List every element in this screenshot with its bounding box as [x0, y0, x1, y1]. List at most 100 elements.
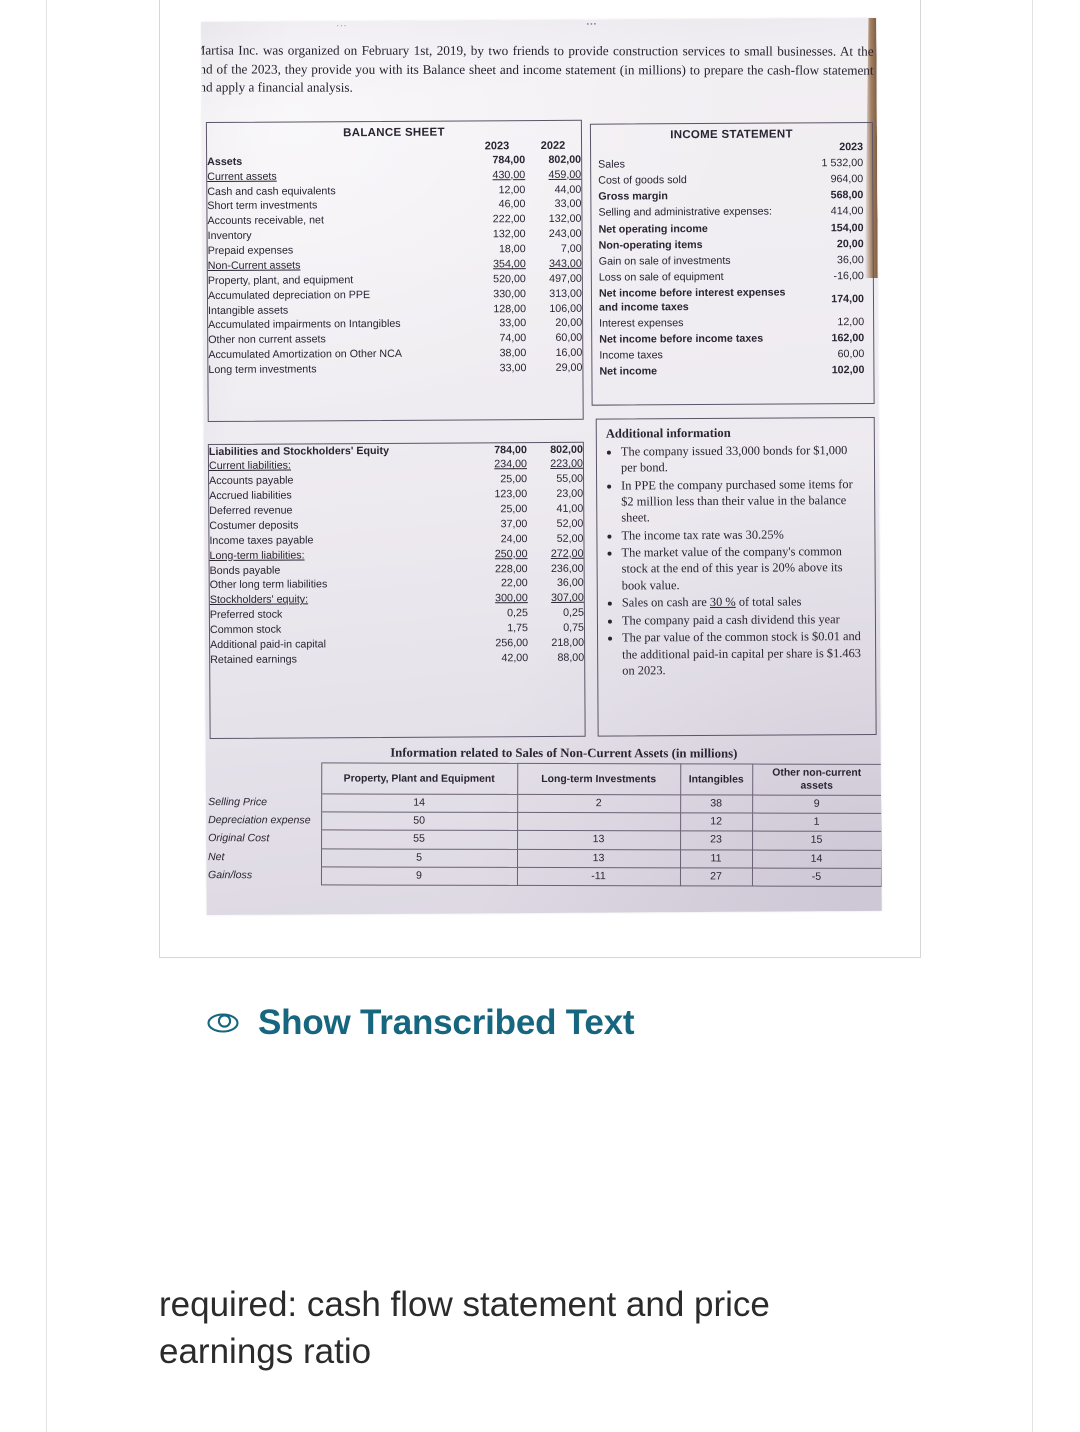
table-row: Current assets 430,00 459,00	[207, 168, 581, 185]
table-row: Costumer deposits 37,00 52,00	[209, 517, 583, 534]
table-row: Intangible assets 128,00 106,00	[208, 302, 582, 319]
show-transcribed-text-button[interactable]: Show Transcribed Text	[206, 1003, 635, 1043]
problem-intro-paragraph: Martisa Inc. was organized on February 1…	[201, 42, 874, 96]
income-value-1: 964,00	[830, 173, 864, 186]
balance-sheet-equity-table: Liabilities and Stockholders' Equity 784,…	[209, 443, 584, 668]
nca-cell-2-0: 55	[321, 830, 518, 850]
assets-v2022-5: 243,00	[548, 227, 582, 241]
equity-v2022-4: 41,00	[556, 502, 584, 516]
equity-v2022-12: 0,75	[563, 621, 585, 634]
assets-label-1: Current assets	[207, 169, 469, 185]
income-value-12: 102,00	[831, 364, 865, 377]
assets-v2022-10: 106,00	[549, 302, 583, 315]
table-row: Liabilities and Stockholders' Equity 784,…	[209, 443, 583, 460]
equity-v2023-12: 1,75	[507, 622, 529, 635]
assets-label-12: Other non current assets	[208, 332, 470, 348]
equity-label-text-9: Other long term liabilities	[209, 578, 328, 592]
income-label-11: Income taxes	[599, 349, 663, 362]
equity-v2022-1: 223,00	[550, 458, 584, 471]
equity-v2023-6: 24,00	[500, 532, 528, 546]
assets-label-text-5: Inventory	[207, 230, 252, 243]
equity-label-text-8: Bonds payable	[209, 564, 281, 577]
table-row: Current liabilities: 234,00 223,00	[209, 458, 583, 475]
assets-label-2: Cash and cash equivalents	[207, 183, 469, 199]
additional-info-item-1: In PPE the company purchased some items …	[621, 476, 866, 526]
table-row: Net income before income taxes 162,00	[592, 331, 873, 349]
assets-v2022-6: 7,00	[560, 242, 582, 255]
assets-label-14: Long term investments	[208, 362, 470, 378]
equity-v2023-4: 25,00	[500, 503, 528, 516]
table-row: Deferred revenue 25,00 41,00	[209, 502, 583, 519]
assets-v2022-11: 20,00	[555, 317, 583, 330]
equity-v2023-3: 123,00	[494, 488, 528, 501]
table-row: Short term investments 46,00 33,00	[207, 198, 581, 215]
nca-cell-2-3: 15	[752, 831, 882, 851]
user-question-text: required: cash flow statement and price …	[159, 1285, 770, 1372]
nca-sales-table: Property, Plant and Equipment Long-term I…	[205, 762, 882, 887]
table-row: Gross margin 568,00	[591, 188, 872, 206]
assets-label-10: Intangible assets	[208, 302, 470, 318]
assets-v2022-3: 33,00	[554, 198, 582, 211]
equity-v2022-5: 52,00	[556, 517, 584, 530]
assets-v2023-2: 12,00	[498, 183, 526, 196]
table-row: Cash and cash equivalents 12,00 44,00	[207, 183, 581, 200]
nca-cell-0-1: 2	[517, 794, 681, 814]
assets-label-text-7: Non-Current assets	[207, 259, 301, 273]
equity-v2022-2: 55,00	[556, 473, 584, 486]
table-row: Accumulated impairments on Intangibles 33…	[208, 317, 582, 334]
equity-v2023-9: 22,00	[500, 577, 528, 590]
equity-label-10: Stockholders' equity:	[210, 592, 472, 608]
table-row: Inventory 132,00 243,00	[208, 227, 582, 244]
equity-label-text-7: Long-term liabilities:	[209, 549, 305, 562]
income-value-10: 162,00	[831, 332, 865, 345]
income-statement-panel: INCOME STATEMENT 2023 Sales 1 532,00 Cost …	[589, 121, 875, 406]
assets-v2023-9: 330,00	[493, 287, 526, 301]
equity-v2023-7: 250,00	[494, 547, 528, 561]
equity-label-text-12: Common stock	[209, 623, 282, 637]
table-row: Accrued liabilities 123,00 23,00	[209, 487, 583, 504]
equity-label-7: Long-term liabilities:	[209, 548, 471, 564]
assets-v2023-8: 520,00	[493, 272, 526, 286]
eye-icon	[206, 1010, 240, 1036]
table-row: Net operating income 154,00	[592, 220, 873, 238]
nca-cell-1-3: 1	[752, 813, 882, 832]
assets-v2022-7: 343,00	[549, 257, 582, 270]
nca-cell-4-1: -11	[516, 867, 681, 887]
spacer-cell	[207, 138, 469, 155]
nca-sales-section: Information related to Sales of Non-Curr…	[205, 745, 882, 887]
equity-label-14: Retained earnings	[210, 652, 472, 668]
assets-v2022-0: 802,00	[548, 153, 582, 166]
additional-info-item-4: Sales on cash are 30 % of total sales	[622, 593, 867, 611]
table-row: Interest expenses 12,00	[592, 315, 873, 333]
equity-v2023-14: 42,00	[501, 651, 529, 665]
nca-row-label-0: Selling Price	[206, 793, 322, 813]
assets-v2023-6: 18,00	[498, 243, 526, 256]
income-label-1: Cost of goods sold	[598, 174, 687, 187]
nca-corner-cell	[206, 762, 322, 794]
equity-v2023-1: 234,00	[494, 458, 528, 471]
income-value-11: 60,00	[837, 348, 865, 361]
equity-v2022-0: 802,00	[550, 443, 583, 456]
ai-text-plain: Sales on cash are	[621, 595, 710, 610]
equity-label-9: Other long term liabilities	[210, 577, 472, 593]
table-row: Property, plant, and equipment 520,00 497,…	[208, 272, 582, 289]
equity-label-text-10: Stockholders' equity:	[209, 593, 309, 607]
table-row: Accounts receivable, net 222,00 132,00	[207, 213, 581, 230]
balance-sheet-equity-panel: Liabilities and Stockholders' Equity 784,…	[207, 441, 586, 740]
nca-cell-2-2: 23	[680, 831, 753, 850]
assets-v2023-3: 46,00	[498, 198, 526, 211]
assets-v2022-8: 497,00	[549, 272, 582, 285]
assets-v2023-4: 222,00	[492, 213, 526, 226]
table-row: Income taxes payable 24,00 52,00	[209, 532, 583, 549]
table-row: Bonds payable 228,00 236,00	[210, 562, 584, 579]
assets-v2023-13: 38,00	[499, 347, 527, 360]
equity-label-3: Accrued liabilities	[209, 488, 471, 504]
spacer-cell	[591, 140, 791, 157]
cropped-header-left: ...	[336, 17, 347, 30]
table-row: Net 5 13 11 14	[206, 848, 882, 869]
nca-column-header-0: Property, Plant and Equipment	[321, 762, 518, 795]
income-year-header: 2023	[839, 141, 864, 154]
assets-label-text-11: Accumulated impairments on Intangibles	[208, 318, 401, 332]
additional-info-item-2: The income tax rate was 30.25%	[621, 526, 866, 544]
nca-cell-4-2: 27	[679, 867, 753, 887]
